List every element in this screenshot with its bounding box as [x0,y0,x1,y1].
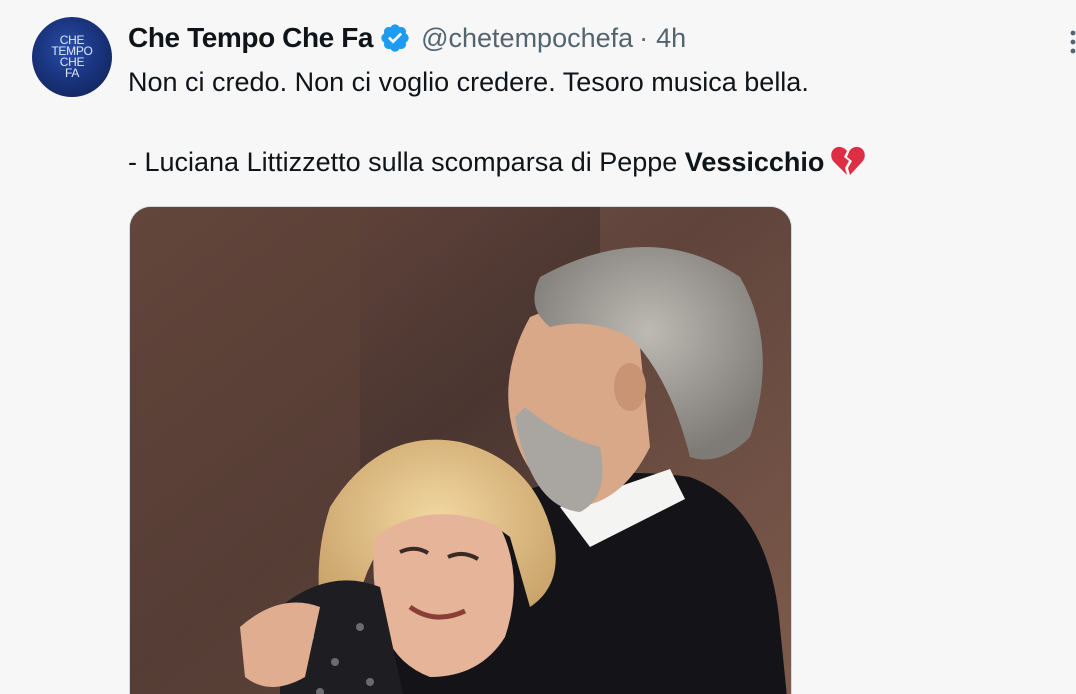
handle[interactable]: @chetempochefa [421,23,633,54]
tweet-photo[interactable] [129,206,792,694]
timestamp[interactable]: 4h [656,23,686,54]
tweet-text: Non ci credo. Non ci voglio credere. Tes… [128,62,1028,182]
tweet-header: Che Tempo Che Fa @chetempochefa · 4h [128,18,686,58]
tweet-line-2-prefix: - Luciana Littizzetto sulla scomparsa di… [128,147,685,177]
broken-heart-icon [831,146,866,175]
photo-icon [130,207,791,694]
line-break [128,102,1028,142]
verified-badge-icon [381,24,409,52]
tweet-line-1: Non ci credo. Non ci voglio credere. Tes… [128,67,809,97]
display-name[interactable]: Che Tempo Che Fa [128,22,374,54]
separator-dot: · [639,22,649,53]
avatar[interactable]: CHE TEMPO CHE FA [32,17,112,97]
more-icon[interactable] [1070,30,1076,54]
tweet-line-2: - Luciana Littizzetto sulla scomparsa di… [128,142,1028,182]
avatar-line: FA [64,66,80,80]
tweet-bold-word: Vessicchio [684,147,825,177]
tweet-card[interactable]: CHE TEMPO CHE FA Che Tempo Che Fa @chete… [0,0,1076,694]
